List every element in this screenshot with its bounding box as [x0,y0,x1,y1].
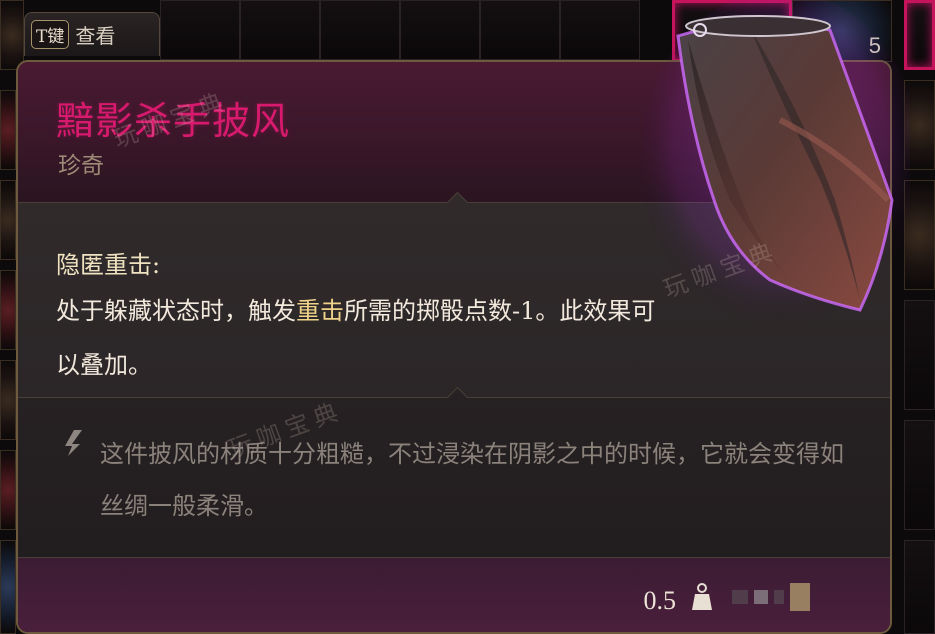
inventory-slot[interactable] [560,0,640,60]
inventory-slot[interactable] [0,450,16,530]
inventory-slot[interactable] [904,420,935,530]
quote-icon [65,430,82,456]
inspect-key-hint[interactable]: T键 查看 [24,12,160,56]
inventory-slot[interactable] [320,0,400,60]
key-badge: T键 [31,20,70,49]
ability-keyword-critical-hit[interactable]: 重击 [296,297,344,325]
inventory-slot[interactable] [160,0,240,60]
inventory-slot[interactable] [0,270,16,350]
weight-value: 0.5 [643,586,677,615]
weight-icon [692,583,712,610]
inventory-slot[interactable] [400,0,480,60]
price-blurred [732,582,842,612]
inventory-slot[interactable] [480,0,560,60]
inventory-slot[interactable] [0,540,16,634]
inventory-slot[interactable] [0,360,16,440]
inventory-slot[interactable] [0,0,24,70]
item-rarity: 珍奇 [58,153,104,179]
key-hint-label: 查看 [75,24,116,48]
inventory-slot[interactable] [904,540,935,634]
ability-title: 隐匿重击: [56,251,161,279]
cloak-image [640,0,910,330]
ability-desc-text: 处于躲藏状态时，触发 [56,297,296,325]
ability-description: 处于躲藏状态时，触发重击所需的掷骰点数-1。此效果可以叠加。 [56,284,656,392]
flavor-text: 这件披风的材质十分粗糙，不过浸染在阴影之中的时候，它就会变得如丝绸一般柔滑。 [100,440,844,520]
item-name: 黯影杀手披风 [56,99,291,143]
inventory-slot[interactable] [0,90,16,170]
inventory-slot[interactable] [240,0,320,60]
inventory-slot[interactable] [0,180,16,260]
divider [18,557,890,558]
